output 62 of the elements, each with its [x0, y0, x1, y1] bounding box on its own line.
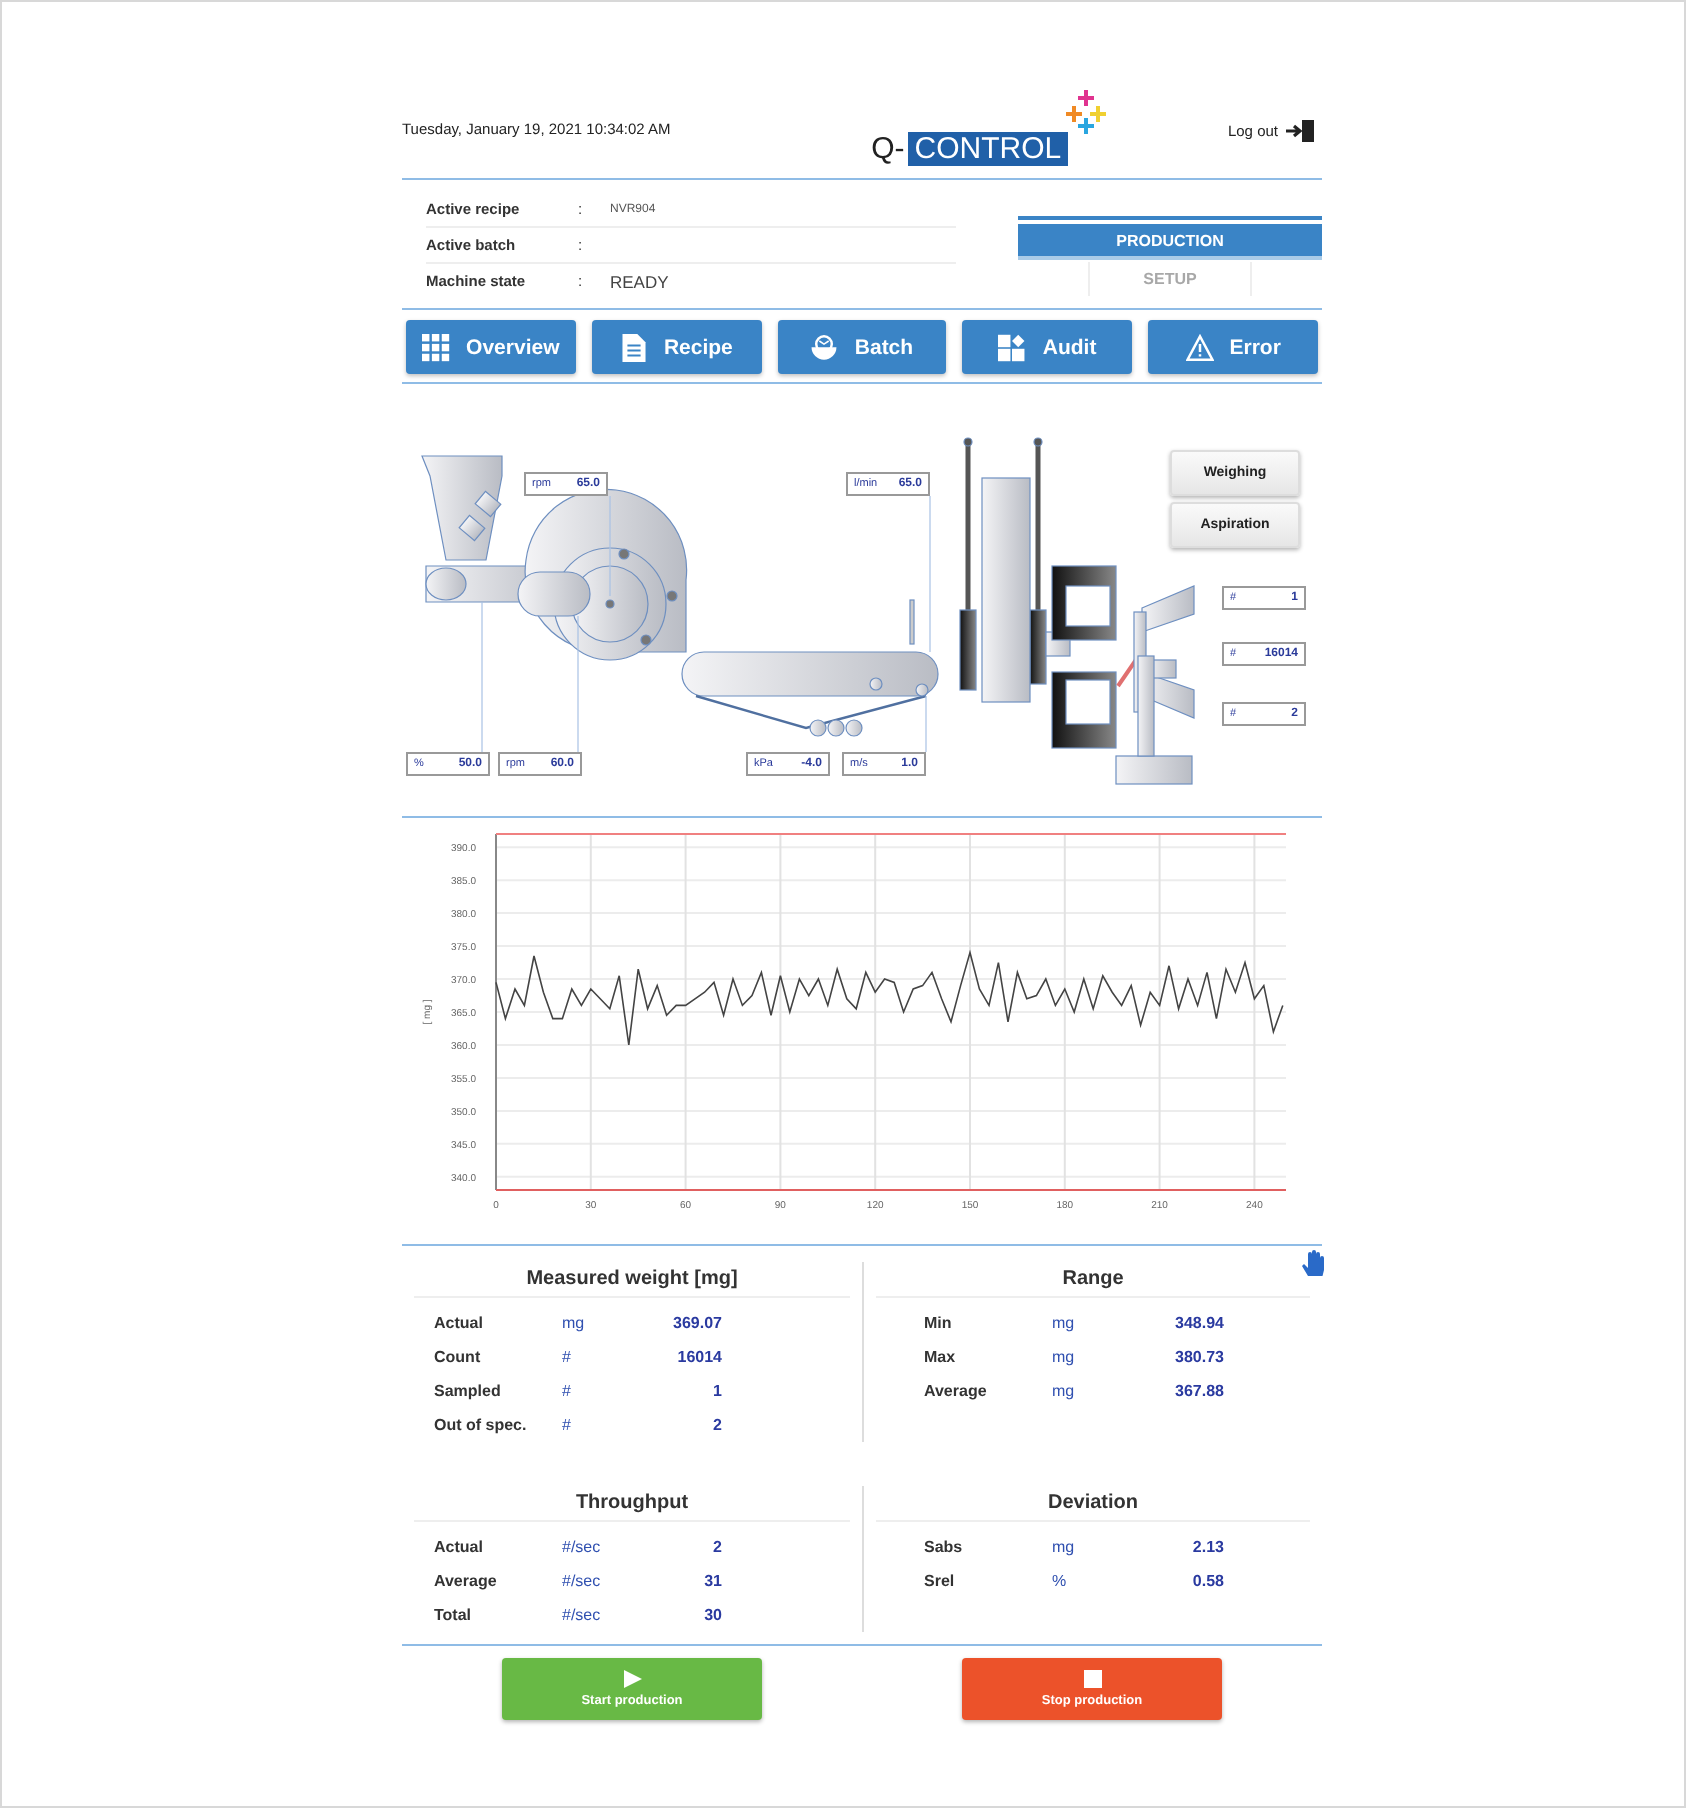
stat-value: 0.58 [1190, 1572, 1224, 1590]
stat-label: Sabs [924, 1538, 965, 1556]
stat-value: 2 [711, 1416, 722, 1434]
stat-unit: mg [1052, 1382, 1077, 1400]
section-title: Measured weight [mg] [414, 1262, 850, 1298]
stat-unit: # [562, 1382, 573, 1400]
nav-button[interactable]: Audit [962, 320, 1133, 374]
leader-line [925, 695, 927, 753]
stat-unit: #/sec [562, 1572, 603, 1590]
stat-label: Actual [434, 1538, 485, 1556]
nav-button[interactable]: Recipe [591, 320, 762, 374]
stat-unit: mg [562, 1314, 587, 1332]
bowl-icon [810, 333, 839, 361]
nav-button[interactable]: Batch [777, 320, 947, 374]
stat-label: Sampled [434, 1382, 503, 1400]
stat-unit: mg [1052, 1348, 1077, 1366]
blocks-icon [998, 333, 1027, 361]
play-icon [623, 1670, 641, 1688]
logo-name: CONTROL [908, 132, 1068, 166]
stat-value: 30 [702, 1606, 722, 1624]
stat-value: 1 [711, 1382, 722, 1400]
stat-value: 348.94 [1173, 1314, 1224, 1332]
stat-label: Total [434, 1606, 474, 1624]
section-title: Throughput [414, 1486, 850, 1522]
stat-unit: mg [1052, 1538, 1077, 1556]
logo-prefix: Q- [871, 132, 905, 166]
stat-label: Average [924, 1382, 989, 1400]
document-icon [619, 333, 648, 361]
stat-unit: % [1052, 1572, 1069, 1590]
stat-value: 2 [711, 1538, 722, 1556]
stat-value: 16014 [675, 1348, 722, 1366]
stat-label: Average [434, 1572, 499, 1590]
exit-door-icon [1286, 120, 1314, 142]
stat-label: Count [434, 1348, 483, 1366]
section-title: Deviation [876, 1486, 1310, 1522]
section-title: Range [876, 1262, 1310, 1298]
stat-unit: mg [1052, 1314, 1077, 1332]
stat-value: 380.73 [1173, 1348, 1224, 1366]
stat-unit: #/sec [562, 1538, 603, 1556]
stat-label: Out of spec. [434, 1416, 529, 1434]
stat-value: 367.88 [1173, 1382, 1224, 1400]
stat-label: Max [924, 1348, 958, 1366]
stat-label: Srel [924, 1572, 957, 1590]
info-value: READY [610, 271, 669, 291]
warning-icon [1185, 333, 1214, 361]
stat-label: Min [924, 1314, 954, 1332]
nav-button[interactable]: Overview [406, 320, 576, 374]
nav-button[interactable]: Error [1148, 320, 1318, 374]
stat-label: Actual [434, 1314, 485, 1332]
stat-unit: # [562, 1348, 573, 1366]
crosses-icon [1063, 88, 1112, 136]
stat-value: 2.13 [1190, 1538, 1224, 1556]
stat-value: 31 [702, 1572, 722, 1590]
stat-unit: #/sec [562, 1606, 603, 1624]
hand-icon[interactable] [1302, 1250, 1326, 1276]
leader-line [577, 615, 579, 753]
stat-value: 369.07 [671, 1314, 722, 1332]
stat-unit: # [562, 1416, 573, 1434]
mode-tab[interactable]: SETUP [1088, 262, 1252, 296]
grid-icon [422, 333, 451, 361]
mode-tab[interactable]: PRODUCTION [1018, 220, 1322, 256]
stop-icon [1083, 1670, 1101, 1688]
